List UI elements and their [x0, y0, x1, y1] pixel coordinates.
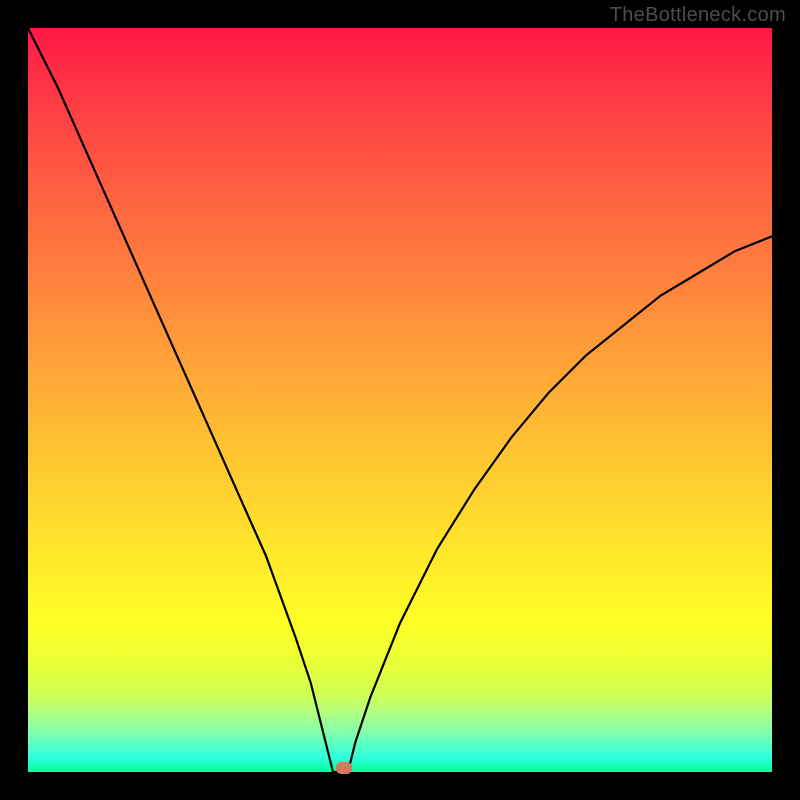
bottleneck-curve: [28, 28, 772, 772]
minimum-marker: [336, 762, 352, 774]
curve-svg: [28, 28, 772, 772]
plot-area: [28, 28, 772, 772]
watermark-text: TheBottleneck.com: [610, 4, 786, 27]
